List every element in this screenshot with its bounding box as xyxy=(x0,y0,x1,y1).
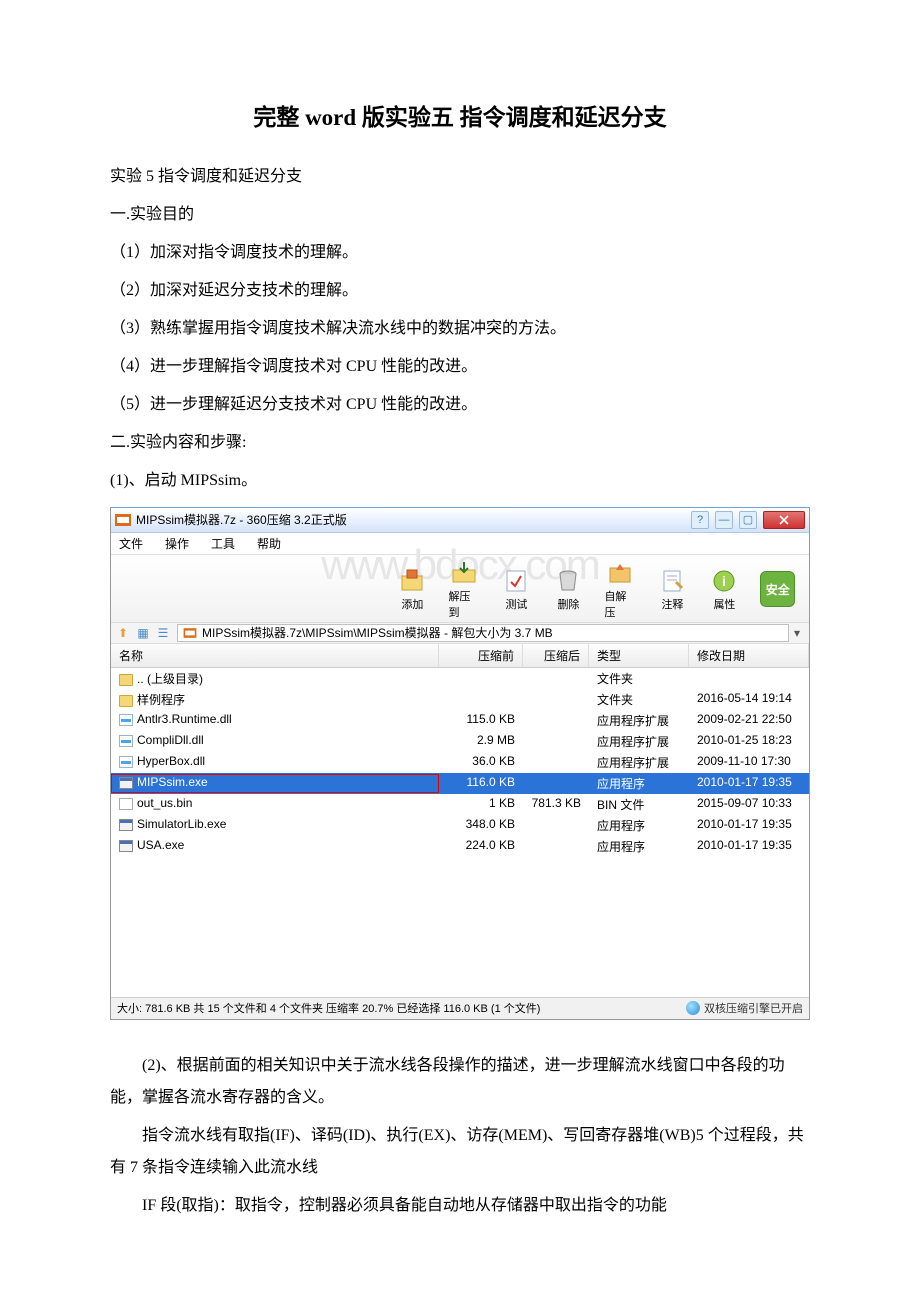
text-line: (2)、根据前面的相关知识中关于流水线各段操作的描述，进一步理解流水线窗口中各段… xyxy=(110,1050,810,1114)
sfx-button[interactable]: 自解压 xyxy=(604,559,636,620)
window-titlebar[interactable]: MIPSsim模拟器.7z - 360压缩 3.2正式版 ? — ▢ xyxy=(111,507,809,533)
exe-icon xyxy=(119,819,133,831)
table-row[interactable]: CompliDll.dll2.9 MB应用程序扩展2010-01-25 18:2… xyxy=(111,731,809,752)
toolbar: www.bdocx.com 添加 解压到 测试 删除 自解压 注释 i属性 安全 xyxy=(111,555,809,622)
col-name[interactable]: 名称 xyxy=(111,644,439,667)
folder-icon xyxy=(119,674,133,686)
section-heading: 一.实验目的 xyxy=(110,199,810,231)
test-button[interactable]: 测试 xyxy=(500,567,532,612)
view-list-icon[interactable]: ☰ xyxy=(155,625,171,641)
dll-icon xyxy=(119,714,133,726)
table-row[interactable]: out_us.bin1 KB781.3 KBBIN 文件2015-09-07 1… xyxy=(111,794,809,815)
view-thumb-icon[interactable]: ▦ xyxy=(135,625,151,641)
chevron-down-icon[interactable]: ▾ xyxy=(789,625,805,641)
status-bar: 大小: 781.6 KB 共 15 个文件和 4 个文件夹 压缩率 20.7% … xyxy=(111,997,809,1019)
menu-bar: 文件 操作 工具 帮助 xyxy=(111,533,809,555)
folder-icon xyxy=(119,695,133,707)
archive-app-screenshot: MIPSsim模拟器.7z - 360压缩 3.2正式版 ? — ▢ 文件 操作… xyxy=(110,507,810,1020)
text-line: （3）熟练掌握用指令调度技术解决流水线中的数据冲突的方法。 xyxy=(110,313,810,345)
text-line: （1）加深对指令调度技术的理解。 xyxy=(110,237,810,269)
text-line: （5）进一步理解延迟分支技术对 CPU 性能的改进。 xyxy=(110,389,810,421)
extract-button[interactable]: 解压到 xyxy=(448,559,480,620)
add-button[interactable]: 添加 xyxy=(396,567,428,612)
path-input[interactable]: MIPSsim模拟器.7z\MIPSsim\MIPSsim模拟器 - 解包大小为… xyxy=(177,624,789,642)
menu-tools[interactable]: 工具 xyxy=(211,535,235,552)
exe-icon xyxy=(119,777,133,789)
table-row[interactable]: USA.exe224.0 KB应用程序2010-01-17 19:35 xyxy=(111,836,809,857)
safe-badge: 安全 xyxy=(760,571,795,607)
section-heading: 二.实验内容和步骤: xyxy=(110,427,810,459)
info-button[interactable]: i属性 xyxy=(708,567,740,612)
table-row[interactable]: .. (上级目录)文件夹 xyxy=(111,668,809,689)
dll-icon xyxy=(119,756,133,768)
path-bar: ⬆ ▦ ☰ MIPSsim模拟器.7z\MIPSsim\MIPSsim模拟器 -… xyxy=(111,622,809,644)
table-row[interactable]: SimulatorLib.exe348.0 KB应用程序2010-01-17 1… xyxy=(111,815,809,836)
menu-help[interactable]: 帮助 xyxy=(257,535,281,552)
menu-file[interactable]: 文件 xyxy=(119,535,143,552)
text-line: （2）加深对延迟分支技术的理解。 xyxy=(110,275,810,307)
text-line: 指令流水线有取指(IF)、译码(ID)、执行(EX)、访存(MEM)、写回寄存器… xyxy=(110,1120,810,1184)
dll-icon xyxy=(119,735,133,747)
window-title: MIPSsim模拟器.7z - 360压缩 3.2正式版 xyxy=(136,511,691,528)
col-pre[interactable]: 压缩前 xyxy=(439,644,523,667)
comment-button[interactable]: 注释 xyxy=(656,567,688,612)
bin-icon xyxy=(119,798,133,810)
col-type[interactable]: 类型 xyxy=(589,644,689,667)
engine-status: 双核压缩引擎已开启 xyxy=(704,1000,803,1016)
engine-icon xyxy=(686,1001,700,1015)
text-line: （4）进一步理解指令调度技术对 CPU 性能的改进。 xyxy=(110,351,810,383)
archive-icon xyxy=(184,628,197,638)
menu-action[interactable]: 操作 xyxy=(165,535,189,552)
table-row[interactable]: MIPSsim.exe116.0 KB应用程序2010-01-17 19:35 xyxy=(111,773,809,794)
col-post[interactable]: 压缩后 xyxy=(523,644,589,667)
minimize-icon[interactable]: — xyxy=(715,511,733,529)
text-line: IF 段(取指)：取指令，控制器必须具备能自动地从存储器中取出指令的功能 xyxy=(110,1190,810,1222)
text-line: (1)、启动 MIPSsim。 xyxy=(110,465,810,497)
maximize-icon[interactable]: ▢ xyxy=(739,511,757,529)
col-date[interactable]: 修改日期 xyxy=(689,644,809,667)
status-text: 大小: 781.6 KB 共 15 个文件和 4 个文件夹 压缩率 20.7% … xyxy=(117,1000,540,1016)
file-table: 名称 压缩前 压缩后 类型 修改日期 .. (上级目录)文件夹样例程序文件夹20… xyxy=(111,644,809,997)
archive-icon xyxy=(115,514,131,526)
table-row[interactable]: Antlr3.Runtime.dll115.0 KB应用程序扩展2009-02-… xyxy=(111,710,809,731)
subtitle: 实验 5 指令调度和延迟分支 xyxy=(110,161,810,193)
nav-up-icon[interactable]: ⬆ xyxy=(115,625,131,641)
delete-button[interactable]: 删除 xyxy=(552,567,584,612)
exe-icon xyxy=(119,840,133,852)
document-title: 完整 word 版实验五 指令调度和延迟分支 xyxy=(110,100,810,137)
close-icon[interactable] xyxy=(763,511,805,529)
svg-text:i: i xyxy=(722,573,726,589)
table-row[interactable]: 样例程序文件夹2016-05-14 19:14 xyxy=(111,689,809,710)
table-row[interactable]: HyperBox.dll36.0 KB应用程序扩展2009-11-10 17:3… xyxy=(111,752,809,773)
help-icon[interactable]: ? xyxy=(691,511,709,529)
